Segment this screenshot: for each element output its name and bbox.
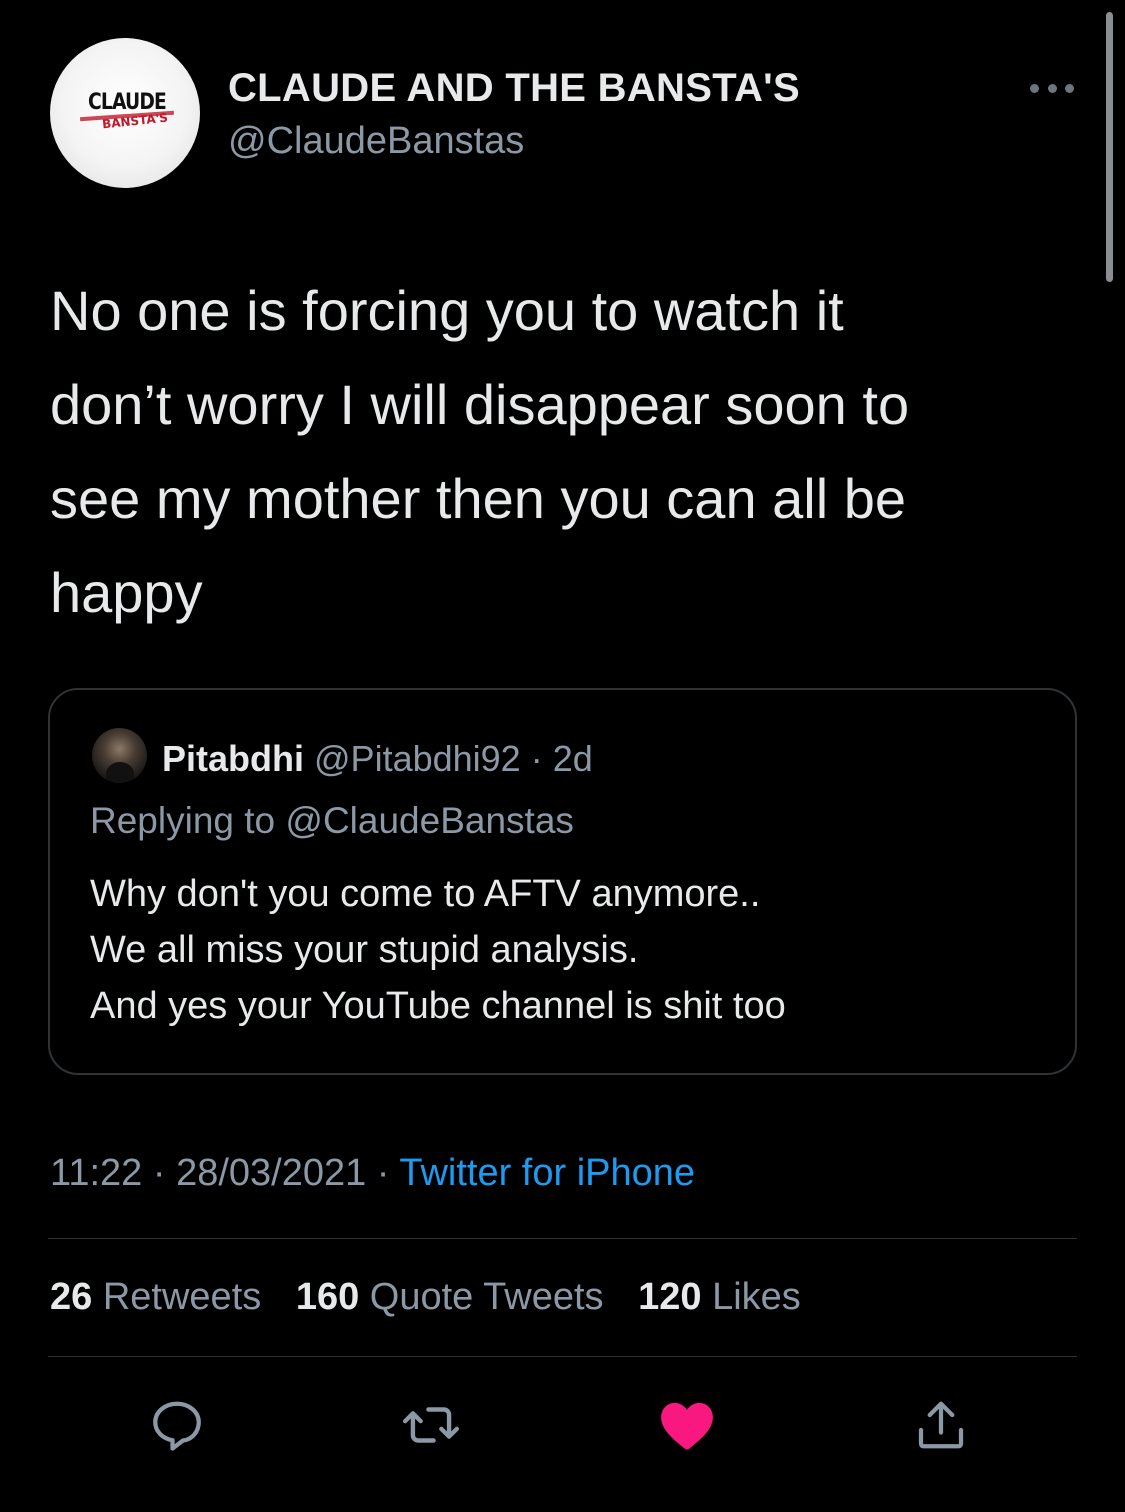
reply-icon	[153, 1401, 201, 1451]
more-icon[interactable]	[1030, 78, 1074, 98]
share-icon	[918, 1401, 964, 1449]
more-dot	[1047, 83, 1057, 93]
like-button[interactable]	[652, 1390, 722, 1460]
quotes-label: Quote Tweets	[369, 1276, 604, 1318]
quoted-separator: ·	[530, 738, 553, 779]
divider	[48, 1238, 1077, 1239]
likes-stat[interactable]: 120 Likes	[638, 1276, 801, 1318]
divider	[48, 1356, 1077, 1357]
quote-tweets-stat[interactable]: 160 Quote Tweets	[296, 1276, 604, 1318]
reply-button[interactable]	[142, 1390, 212, 1460]
tweet-text-line: see my mother then you can all be	[50, 467, 907, 530]
more-dot	[1065, 83, 1074, 93]
more-dot	[1030, 83, 1039, 93]
quoted-handle[interactable]: @Pitabdhi92	[314, 738, 521, 779]
likes-label: Likes	[712, 1276, 801, 1318]
quotes-count: 160	[295, 1276, 360, 1318]
replying-prefix: Replying to	[90, 800, 286, 841]
share-button[interactable]	[906, 1390, 976, 1460]
retweet-icon	[402, 1407, 460, 1443]
replying-handle[interactable]: @ClaudeBanstas	[285, 800, 574, 841]
tweet-text: No one is forcing you to watch it don’t …	[50, 264, 1060, 640]
quoted-tweet-card[interactable]: Pitabdhi @Pitabdhi92 · 2d Replying to @C…	[48, 688, 1077, 1075]
timestamp-separator: ·	[366, 1152, 400, 1194]
tweet-source-link[interactable]: Twitter for iPhone	[399, 1152, 695, 1194]
retweet-button[interactable]	[396, 1390, 466, 1460]
tweet-date[interactable]: 28/03/2021	[176, 1152, 366, 1194]
heart-icon	[661, 1402, 713, 1450]
author-display-name[interactable]: CLAUDE AND THE BANSTA'S	[228, 66, 800, 111]
avatar[interactable]: CLAUDE BANSTA'S	[50, 38, 200, 188]
tweet-stats: 26 Retweets 160 Quote Tweets 120 Likes	[50, 1276, 825, 1319]
quoted-age: 2d	[552, 738, 593, 779]
quoted-avatar[interactable]	[92, 728, 147, 783]
timestamp-separator: ·	[142, 1152, 177, 1194]
tweet-text-line: don’t worry I will disappear soon to	[50, 373, 910, 436]
tweet-text-line: No one is forcing you to watch it	[50, 279, 844, 342]
retweets-count: 26	[50, 1276, 93, 1318]
action-bar	[0, 1390, 1125, 1460]
quoted-name[interactable]: Pitabdhi	[162, 738, 304, 779]
tweet-timestamp: 11:22 · 28/03/2021 · Twitter for iPhone	[50, 1152, 695, 1195]
quoted-body-line: And yes your YouTube channel is shit too	[90, 985, 786, 1027]
quoted-replying-to: Replying to @ClaudeBanstas	[90, 800, 574, 842]
retweets-stat[interactable]: 26 Retweets	[50, 1276, 261, 1318]
retweets-label: Retweets	[102, 1276, 262, 1318]
quoted-body-line: We all miss your stupid analysis.	[90, 929, 639, 971]
quoted-body: Why don't you come to AFTV anymore.. We …	[90, 866, 1050, 1034]
likes-count: 120	[638, 1276, 702, 1318]
quoted-header: Pitabdhi @Pitabdhi92 · 2d	[162, 738, 593, 780]
tweet-time[interactable]: 11:22	[50, 1152, 142, 1194]
quoted-body-line: Why don't you come to AFTV anymore..	[90, 873, 761, 915]
tweet-text-line: happy	[50, 561, 203, 624]
scrollbar[interactable]	[1106, 12, 1113, 282]
author-handle[interactable]: @ClaudeBanstas	[228, 120, 524, 163]
